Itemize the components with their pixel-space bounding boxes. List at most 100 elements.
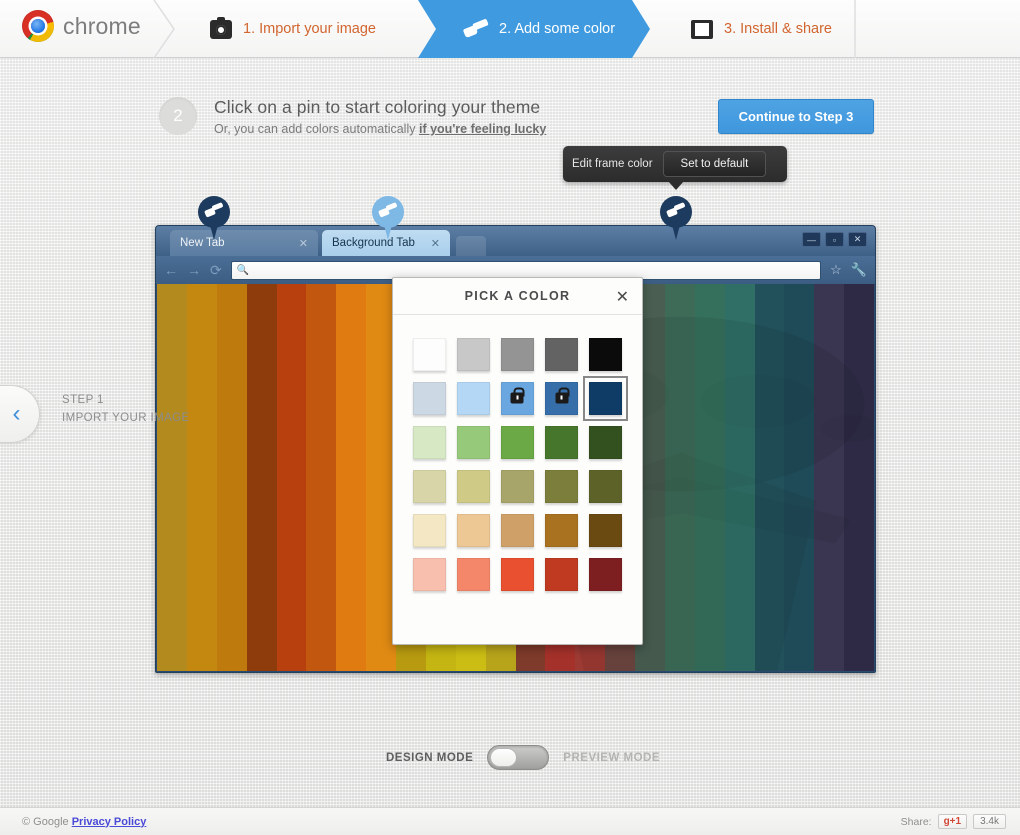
new-tab-button[interactable]	[456, 236, 486, 256]
swatch-cell	[540, 420, 584, 464]
maximize-icon[interactable]: ▫	[825, 232, 844, 247]
close-icon[interactable]: ✕	[431, 237, 440, 250]
swatch-cell	[407, 332, 451, 376]
step-back-label: STEP 1 IMPORT YOUR IMAGE	[62, 392, 190, 428]
step-number-badge: 2	[159, 97, 197, 135]
continue-to-step-3-button[interactable]: Continue to Step 3	[718, 99, 874, 134]
color-swatch[interactable]	[545, 513, 579, 547]
chevron-left-icon: ‹	[12, 400, 21, 427]
theme-stripe	[157, 284, 187, 671]
color-swatch[interactable]	[545, 381, 579, 415]
brand-label: chrome	[63, 12, 141, 39]
pin-frame-left[interactable]	[198, 196, 230, 240]
color-swatch[interactable]	[589, 469, 623, 503]
swatch-cell	[407, 376, 451, 420]
pin-background-tab[interactable]	[372, 196, 404, 240]
color-swatch[interactable]	[412, 469, 446, 503]
color-swatch[interactable]	[412, 381, 446, 415]
swatch-cell	[495, 332, 539, 376]
color-swatch-grid	[393, 315, 642, 596]
design-mode-label[interactable]: DESIGN MODE	[386, 752, 473, 764]
star-icon[interactable]: ☆	[830, 262, 842, 278]
nav-step-3[interactable]: 3. Install & share	[667, 0, 832, 58]
color-swatch[interactable]	[500, 469, 534, 503]
color-swatch[interactable]	[456, 513, 490, 547]
color-swatch[interactable]	[583, 375, 629, 421]
step-back-line1: STEP 1	[62, 394, 104, 406]
color-swatch[interactable]	[589, 513, 623, 547]
color-swatch[interactable]	[545, 337, 579, 371]
color-swatch[interactable]	[456, 469, 490, 503]
color-swatch[interactable]	[545, 469, 579, 503]
chrome-brand: chrome	[22, 10, 141, 42]
preview-mode-label[interactable]: PREVIEW MODE	[563, 752, 660, 764]
lock-icon	[510, 387, 525, 404]
set-to-default-button[interactable]: Set to default	[662, 151, 767, 177]
paintbrush-icon	[205, 203, 223, 219]
back-arrow-icon[interactable]: ←	[164, 262, 178, 278]
close-icon[interactable]: ✕	[616, 287, 629, 307]
close-icon[interactable]: ✕	[299, 237, 308, 250]
color-swatch[interactable]	[456, 425, 490, 459]
color-swatch[interactable]	[589, 425, 623, 459]
color-swatch[interactable]	[412, 425, 446, 459]
feeling-lucky-link[interactable]: if you're feeling lucky	[419, 122, 546, 136]
color-swatch[interactable]	[500, 337, 534, 371]
color-swatch[interactable]	[412, 557, 446, 591]
swatch-cell	[495, 464, 539, 508]
swatch-cell	[407, 420, 451, 464]
toggle-knob	[490, 748, 518, 767]
edit-frame-color-tooltip: Edit frame color Set to default	[563, 146, 787, 190]
browser-tab-new-tab[interactable]: New Tab ✕	[170, 230, 318, 256]
color-swatch[interactable]	[589, 557, 623, 591]
mode-toggle-group: DESIGN MODE PREVIEW MODE	[386, 745, 660, 770]
reload-icon[interactable]: ⟳	[210, 262, 222, 279]
swatch-cell	[584, 420, 628, 464]
color-swatch[interactable]	[589, 337, 623, 371]
share-count: 3.4k	[973, 814, 1006, 829]
theme-stripe	[306, 284, 337, 671]
color-swatch[interactable]	[500, 381, 534, 415]
pin-frame-top[interactable]	[660, 196, 692, 240]
color-picker-panel[interactable]: PICK A COLOR ✕	[392, 277, 643, 645]
swatch-cell	[451, 552, 495, 596]
swatch-cell	[540, 464, 584, 508]
swatch-cell	[495, 376, 539, 420]
camera-icon	[210, 16, 232, 39]
minimize-icon[interactable]: —	[802, 232, 821, 247]
forward-arrow-icon[interactable]: →	[187, 262, 201, 278]
swatch-cell	[451, 508, 495, 552]
paintbrush-icon	[667, 203, 685, 219]
privacy-policy-link[interactable]: Privacy Policy	[72, 816, 147, 828]
google-plus-one-button[interactable]: g+1	[937, 814, 968, 829]
nav-step-1[interactable]: 1. Import your image	[186, 0, 376, 58]
wrench-icon[interactable]: 🔧	[851, 262, 867, 278]
color-swatch[interactable]	[500, 557, 534, 591]
color-swatch[interactable]	[456, 337, 490, 371]
close-window-icon[interactable]: ✕	[848, 232, 867, 247]
swatch-cell	[407, 508, 451, 552]
color-swatch[interactable]	[500, 513, 534, 547]
swatch-cell	[584, 508, 628, 552]
color-picker-title: PICK A COLOR	[464, 289, 571, 303]
theme-stripe	[336, 284, 367, 671]
swatch-cell	[495, 420, 539, 464]
theme-stripe	[186, 284, 217, 671]
mode-toggle-switch[interactable]	[487, 745, 550, 770]
paintbrush-icon	[379, 203, 397, 219]
color-swatch[interactable]	[500, 425, 534, 459]
swatch-cell	[495, 552, 539, 596]
color-swatch[interactable]	[545, 425, 579, 459]
instruction-block: Click on a pin to start coloring your th…	[214, 97, 546, 136]
nav-step-2[interactable]: 2. Add some color	[440, 0, 615, 58]
color-swatch[interactable]	[545, 557, 579, 591]
copyright-text: © Google	[22, 815, 69, 828]
color-swatch[interactable]	[412, 337, 446, 371]
color-swatch[interactable]	[456, 557, 490, 591]
swatch-cell	[584, 552, 628, 596]
color-swatch[interactable]	[456, 381, 490, 415]
color-swatch[interactable]	[412, 513, 446, 547]
step-back-line2: IMPORT YOUR IMAGE	[62, 411, 190, 424]
swatch-cell	[584, 332, 628, 376]
swatch-cell	[540, 332, 584, 376]
